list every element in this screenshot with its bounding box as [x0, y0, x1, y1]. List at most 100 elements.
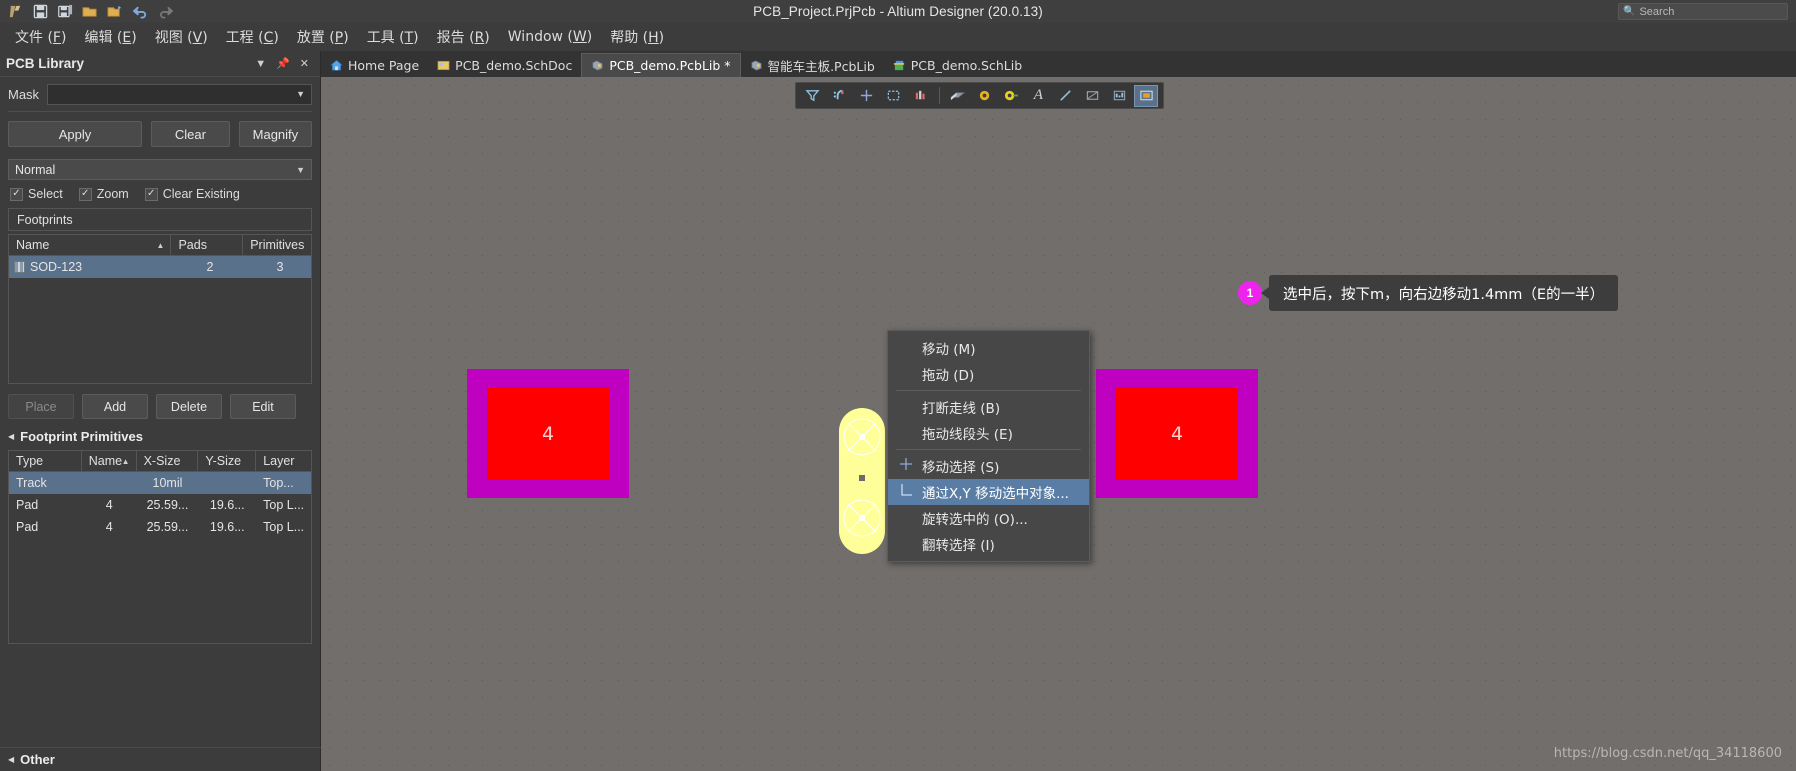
tab-label: PCB_demo.SchDoc: [455, 57, 573, 73]
context-menu-item-rotate-selection[interactable]: 旋转选中的 (O)...: [888, 505, 1089, 531]
line-icon[interactable]: [1053, 85, 1077, 107]
tab-pcb-demo-schlib[interactable]: PCB_demo.SchLib: [884, 53, 1031, 77]
menu-tools[interactable]: 工具 (T): [358, 24, 428, 50]
menu-separator: [896, 390, 1081, 391]
clear-button[interactable]: Clear: [150, 121, 230, 147]
menu-separator: [896, 449, 1081, 450]
context-menu-item-move-selection[interactable]: 移动选择 (S): [888, 453, 1089, 479]
zoom-checkbox[interactable]: ✓ Zoom: [78, 187, 129, 201]
primitives-table-header: Type Name ▲ X-Size Y-Size Layer: [9, 451, 311, 472]
menu-file[interactable]: 文件 (F): [6, 24, 75, 50]
menu-help[interactable]: 帮助 (H): [601, 24, 673, 50]
footprints-group: Footprints: [8, 208, 312, 231]
magnify-button[interactable]: Magnify: [238, 121, 312, 147]
tab-home-page[interactable]: Home Page: [321, 53, 428, 77]
menu-view[interactable]: 视图 (V): [146, 24, 217, 50]
schdoc-icon: [437, 59, 450, 72]
menu-reports[interactable]: 报告 (R): [428, 24, 499, 50]
cell-pads: 2: [206, 260, 214, 274]
column-header-pads[interactable]: Pads: [171, 235, 244, 255]
pad-rect-right[interactable]: 4: [1116, 387, 1238, 480]
annotation-badge: 1: [1238, 281, 1262, 305]
selection-box-icon[interactable]: [882, 85, 906, 107]
delete-button[interactable]: Delete: [156, 394, 222, 419]
context-menu-item-break-track[interactable]: 打断走线 (B): [888, 394, 1089, 420]
column-header-layer[interactable]: Layer: [256, 451, 311, 471]
magnet-snap-icon[interactable]: [828, 85, 852, 107]
menu-project[interactable]: 工程 (C): [217, 24, 288, 50]
footprints-list-empty-area[interactable]: [9, 278, 311, 383]
footprint-primitives-title: Footprint Primitives: [20, 429, 143, 444]
menu-bar: 文件 (F) 编辑 (E) 视图 (V) 工程 (C) 放置 (P) 工具 (T…: [0, 23, 1796, 51]
pad-rect-left[interactable]: 4: [487, 387, 609, 480]
text-icon[interactable]: A: [1026, 85, 1050, 107]
board-icon[interactable]: [946, 85, 970, 107]
dimension-icon[interactable]: [1107, 85, 1131, 107]
other-section-header[interactable]: ◀ Other: [0, 747, 321, 771]
window-title: PCB_Project.PrjPcb - Altium Designer (20…: [753, 4, 1043, 19]
tab-smartcar-pcblib[interactable]: 智能车主板.PcbLib: [741, 53, 884, 77]
cell-type: Track: [16, 476, 47, 490]
menu-edit[interactable]: 编辑 (E): [75, 24, 145, 50]
clear-existing-checkbox[interactable]: ✓ Clear Existing: [144, 187, 240, 201]
context-menu-item-drag[interactable]: 拖动 (D): [888, 361, 1089, 387]
edit-button[interactable]: Edit: [230, 394, 296, 419]
pad-icon[interactable]: [999, 85, 1023, 107]
watermark: https://blog.csdn.net/qq_34118600: [1553, 746, 1782, 761]
mask-button-row: Apply Clear Magnify: [0, 112, 320, 152]
column-header-type[interactable]: Type: [9, 451, 82, 471]
menu-item-label: 打断走线 (B): [922, 401, 1001, 417]
chevron-down-icon[interactable]: ▼: [296, 89, 305, 99]
table-row[interactable]: SOD-123 2 3: [9, 256, 311, 278]
menu-window[interactable]: Window (W): [499, 26, 601, 48]
mask-mode-select[interactable]: Normal ▼: [8, 159, 312, 180]
add-button[interactable]: Add: [82, 394, 148, 419]
table-row[interactable]: Pad 4 25.59... 19.6... Top L...: [9, 516, 311, 538]
column-header-name[interactable]: Name ▲: [9, 235, 172, 255]
select-checkbox-label: Select: [28, 187, 63, 201]
column-header-xsize[interactable]: X-Size: [137, 451, 199, 471]
menu-place[interactable]: 放置 (P): [288, 24, 358, 50]
mask-input[interactable]: ▼: [47, 83, 312, 105]
context-menu: 移动 (M) 拖动 (D) 打断走线 (B) 拖动线段头 (E) 移动选择 (S…: [887, 330, 1090, 562]
via-icon[interactable]: [973, 85, 997, 107]
footprints-table-header: Name ▲ Pads Primitives: [9, 235, 311, 256]
context-menu-item-drag-track-end[interactable]: 拖动线段头 (E): [888, 420, 1089, 446]
tab-pcb-demo-schdoc[interactable]: PCB_demo.SchDoc: [428, 53, 581, 77]
chevron-down-icon[interactable]: ▼: [250, 58, 271, 70]
footprint-right[interactable]: 4: [1096, 369, 1258, 498]
context-menu-item-move-by-xy[interactable]: 通过X,Y 移动选中对象...: [888, 479, 1089, 505]
tab-pcb-demo-pcblib[interactable]: PCB_demo.PcbLib *: [581, 53, 741, 77]
primitives-list-empty-area[interactable]: [9, 538, 311, 643]
footprint-left[interactable]: 4: [467, 369, 629, 498]
pin-icon[interactable]: 📌: [271, 57, 295, 70]
pad-number-label: 4: [1170, 422, 1184, 445]
footprint-primitives-header[interactable]: ◀ Footprint Primitives: [0, 419, 320, 447]
column-header-pname[interactable]: Name ▲: [82, 451, 137, 471]
column-header-ysize[interactable]: Y-Size: [198, 451, 257, 471]
cell-primitives: 3: [276, 260, 284, 274]
place-button[interactable]: Place: [8, 394, 74, 419]
select-checkbox[interactable]: ✓ Select: [10, 187, 63, 201]
crosshair-icon[interactable]: [855, 85, 879, 107]
rectangle-icon[interactable]: [1080, 85, 1104, 107]
table-row[interactable]: Pad 4 25.59... 19.6... Top L...: [9, 494, 311, 516]
close-icon[interactable]: ✕: [295, 57, 314, 70]
apply-button[interactable]: Apply: [8, 121, 142, 147]
document-tab-bar: Home Page PCB_demo.SchDoc PCB_demo.PcbLi…: [321, 51, 1796, 77]
search-input[interactable]: 🔍 Search: [1618, 3, 1788, 20]
cell-ysize: 19.6...: [209, 520, 245, 534]
layer-stack-icon[interactable]: [909, 85, 933, 107]
context-menu-item-move[interactable]: 移动 (M): [888, 335, 1089, 361]
table-row[interactable]: Track 10mil Top...: [9, 472, 311, 494]
tab-label: 智能车主板.PcbLib: [767, 58, 875, 74]
menu-item-label: 拖动 (D): [922, 368, 975, 384]
pcb-library-canvas[interactable]: A 4 4 1 选中后，按下m，向右边移动1.4mm（E的一半） 移动 (M) …: [321, 77, 1796, 771]
pcb-library-panel: PCB Library ▼ 📌 ✕ Mask ▼ Apply Clear Mag…: [0, 51, 321, 771]
context-menu-item-flip-selection[interactable]: 翻转选择 (I): [888, 531, 1089, 557]
pad-selection-markers-icon: [843, 418, 881, 537]
filter-icon[interactable]: [801, 85, 825, 107]
zoom-checkbox-label: Zoom: [96, 187, 129, 201]
column-header-primitives[interactable]: Primitives: [243, 235, 311, 255]
fill-icon[interactable]: [1134, 84, 1158, 107]
